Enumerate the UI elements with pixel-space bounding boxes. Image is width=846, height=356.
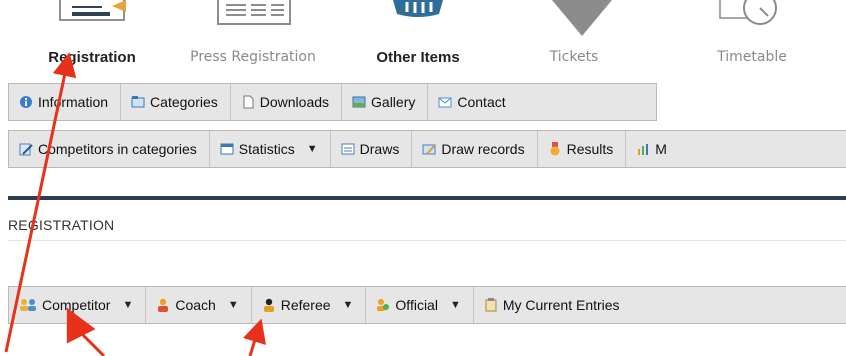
nav-label: Timetable (717, 49, 787, 65)
nav-item-other-items[interactable]: Other Items (356, 0, 480, 78)
categories-tab-label: Categories (150, 94, 218, 110)
person-dark-icon (262, 298, 276, 312)
referee-dropdown[interactable]: Referee ▼ (252, 287, 367, 323)
categories-tab[interactable]: Categories (121, 84, 231, 120)
document-icon (241, 95, 255, 109)
nav-item-tickets[interactable]: Tickets (522, 0, 626, 78)
list-icon (341, 142, 355, 156)
annotation-arrow (76, 328, 106, 356)
ticket-icon (534, 0, 614, 45)
competitor-dropdown[interactable]: Competitor ▼ (9, 287, 147, 323)
draw-records-tab[interactable]: Draw records (412, 131, 538, 167)
contact-tab[interactable]: Contact (428, 84, 517, 120)
person-group-icon (376, 298, 390, 312)
competitors-in-categories-label: Competitors in categories (38, 141, 197, 157)
folder-icon (131, 95, 145, 109)
medal-icon (548, 142, 562, 156)
draws-label: Draws (359, 141, 400, 157)
official-dropdown[interactable]: Official ▼ (366, 287, 474, 323)
annotation-arrow (243, 318, 266, 356)
top-navigation: Registration Press Registration Other It… (0, 0, 846, 78)
competitors-in-categories-tab[interactable]: Competitors in categories (9, 131, 210, 167)
section-divider (8, 240, 846, 241)
statistics-dropdown[interactable]: Statistics ▼ (210, 131, 331, 167)
coach-dropdown[interactable]: Coach ▼ (146, 287, 252, 323)
my-current-entries-tab[interactable]: My Current Entries (474, 287, 632, 323)
nav-label: Tickets (549, 49, 599, 65)
registration-icon (52, 0, 132, 31)
my-current-entries-label: My Current Entries (502, 297, 620, 313)
competition-toolbar: Competitors in categories Statistics ▼ D… (8, 130, 846, 168)
nav-item-press-registration[interactable]: Press Registration (170, 0, 336, 78)
gallery-tab[interactable]: Gallery (342, 84, 429, 120)
results-label: Results (566, 141, 614, 157)
mail-icon (438, 95, 452, 109)
referee-label: Referee (280, 297, 331, 313)
chevron-down-icon: ▼ (122, 299, 134, 311)
group-icon (19, 298, 37, 312)
competitor-label: Competitor (42, 297, 111, 313)
contact-tab-label: Contact (457, 94, 506, 110)
chart-icon (636, 142, 650, 156)
nav-item-registration[interactable]: Registration (30, 0, 154, 78)
press-registration-icon (206, 0, 300, 31)
edit-icon (19, 142, 33, 156)
more-label: M (655, 141, 667, 157)
person-orange-icon (156, 298, 170, 312)
results-tab[interactable]: Results (538, 131, 627, 167)
nav-label: Registration (48, 49, 136, 66)
chevron-down-icon: ▼ (306, 143, 318, 155)
downloads-tab[interactable]: Downloads (231, 84, 343, 120)
statistics-label: Statistics (238, 141, 295, 157)
info-tab[interactable]: Information (9, 84, 122, 120)
info-toolbar: Information Categories Downloads Gallery… (8, 83, 657, 121)
chevron-down-icon: ▼ (449, 299, 461, 311)
clipboard-icon (484, 298, 498, 312)
info-tab-label: Information (38, 94, 109, 110)
nav-item-timetable[interactable]: Timetable (692, 0, 812, 78)
coach-label: Coach (175, 297, 216, 313)
draws-tab[interactable]: Draws (331, 131, 413, 167)
header-divider (8, 196, 846, 200)
nav-label: Press Registration (190, 49, 316, 65)
gallery-tab-label: Gallery (371, 94, 416, 110)
records-icon (422, 142, 436, 156)
table-icon (220, 142, 234, 156)
info-icon (19, 95, 33, 109)
basket-icon (383, 0, 453, 31)
image-icon (352, 95, 366, 109)
chevron-down-icon: ▼ (342, 299, 354, 311)
section-title: REGISTRATION (8, 217, 115, 233)
downloads-tab-label: Downloads (259, 94, 330, 110)
clock-icon (712, 0, 792, 35)
registration-toolbar: Competitor ▼ Coach ▼ Referee ▼ Official … (8, 286, 846, 324)
draw-records-label: Draw records (441, 141, 525, 157)
chevron-down-icon: ▼ (227, 299, 239, 311)
official-label: Official (395, 297, 438, 313)
nav-label: Other Items (376, 49, 460, 66)
more-tab[interactable]: M (626, 131, 679, 167)
